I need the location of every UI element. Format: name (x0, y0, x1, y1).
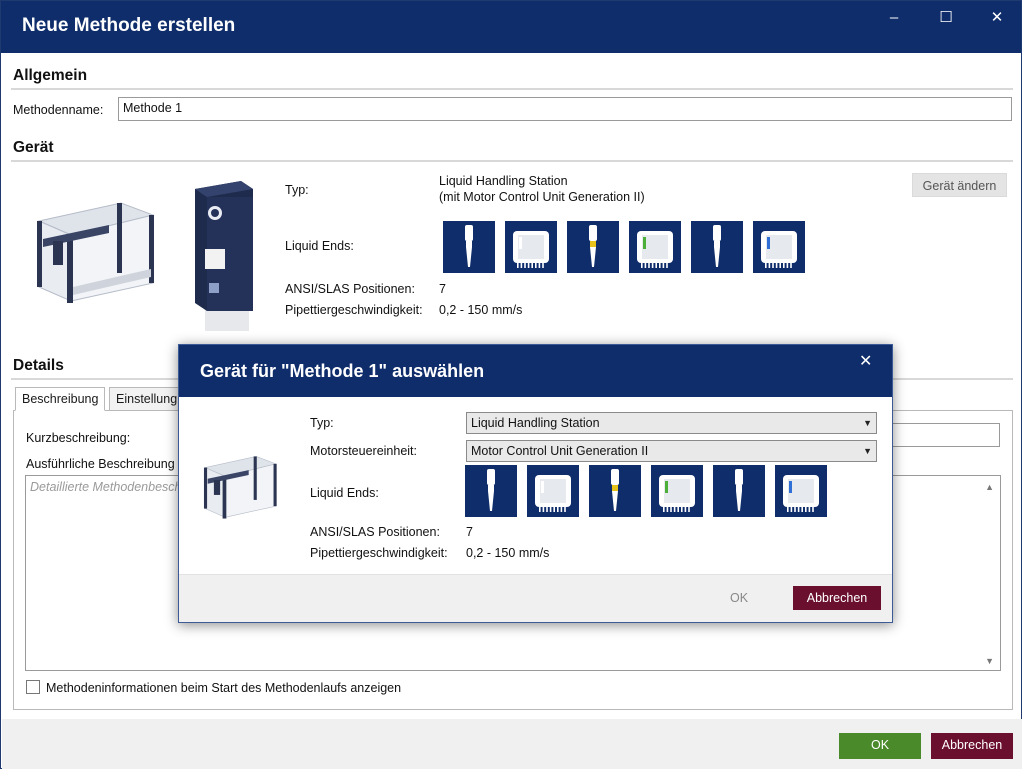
dialog-cancel-button[interactable]: Abbrechen (793, 586, 881, 610)
pipetting-speed-label: Pipettiergeschwindigkeit: (285, 303, 423, 317)
single-pipette-icon[interactable] (589, 465, 641, 517)
short-description-label: Kurzbeschreibung: (26, 431, 131, 445)
long-description-placeholder: Detaillierte Methodenbesch (30, 480, 182, 494)
minimize-icon[interactable]: – (877, 7, 911, 29)
scroll-down-icon[interactable]: ▼ (985, 656, 994, 666)
motor-unit-select[interactable]: Motor Control Unit Generation II ▼ (466, 440, 877, 462)
divider (11, 160, 1013, 162)
multi-channel-icon (753, 221, 805, 273)
long-description-label: Ausführliche Beschreibung (26, 457, 175, 471)
change-device-button[interactable]: Gerät ändern (912, 173, 1007, 197)
cancel-button[interactable]: Abbrechen (931, 733, 1013, 759)
device-type-subtitle: (mit Motor Control Unit Generation II) (439, 190, 645, 204)
multi-channel-icon[interactable] (775, 465, 827, 517)
ansi-positions-label: ANSI/SLAS Positionen: (285, 282, 415, 296)
section-details-heading: Details (13, 357, 64, 374)
divider (11, 88, 1013, 90)
single-pipette-icon (691, 221, 743, 273)
dialog-title-bar: Gerät für "Methode 1" auswählen ✕ (179, 345, 892, 397)
dialog-liquid-ends-label: Liquid Ends: (310, 486, 379, 500)
multi-channel-icon[interactable] (527, 465, 579, 517)
motor-control-unit-image (195, 181, 253, 331)
ansi-positions-value: 7 (439, 282, 446, 296)
show-info-checkbox[interactable] (26, 680, 40, 694)
dialog-title: Gerät für "Methode 1" auswählen (200, 361, 485, 381)
short-description-input[interactable] (881, 423, 1000, 447)
dialog-ansi-positions-value: 7 (466, 525, 473, 539)
multi-channel-icon (629, 221, 681, 273)
dialog-footer: OK Abbrechen (2, 719, 1022, 769)
maximize-icon[interactable]: ☐ (929, 7, 963, 29)
tab-description[interactable]: Beschreibung (15, 387, 106, 411)
pipetting-speed-value: 0,2 - 150 mm/s (439, 303, 523, 317)
multi-channel-icon[interactable] (651, 465, 703, 517)
device-thumbnail-image (203, 456, 278, 519)
select-device-dialog: Gerät für "Methode 1" auswählen ✕ Typ: L… (178, 344, 893, 623)
liquid-handling-station-image (37, 202, 155, 303)
ok-button[interactable]: OK (839, 733, 921, 759)
single-pipette-icon (567, 221, 619, 273)
dialog-pipetting-speed-value: 0,2 - 150 mm/s (466, 546, 550, 560)
single-pipette-icon[interactable] (713, 465, 765, 517)
method-name-input[interactable]: Methode 1 (118, 97, 1012, 121)
dialog-type-label: Typ: (310, 416, 334, 430)
motor-unit-select-value: Motor Control Unit Generation II (471, 444, 649, 458)
scroll-up-icon[interactable]: ▲ (985, 482, 994, 492)
dialog-footer: OK Abbrechen (179, 574, 892, 622)
chevron-down-icon: ▼ (863, 418, 872, 428)
multi-channel-icon (505, 221, 557, 273)
single-pipette-icon (443, 221, 495, 273)
title-bar: Neue Methode erstellen – ☐ ✕ (1, 1, 1021, 53)
dialog-close-icon[interactable]: ✕ (859, 351, 872, 371)
section-device-heading: Gerät (13, 139, 54, 156)
close-icon[interactable]: ✕ (980, 7, 1014, 29)
dialog-pipetting-speed-label: Pipettiergeschwindigkeit: (310, 546, 448, 560)
type-select-value: Liquid Handling Station (471, 416, 600, 430)
dialog-ok-button[interactable]: OK (707, 586, 771, 610)
motor-unit-label: Motorsteuereinheit: (310, 444, 418, 458)
single-pipette-icon[interactable] (465, 465, 517, 517)
method-name-label: Methodenname: (13, 103, 104, 117)
tab-settings[interactable]: Einstellung (109, 387, 185, 411)
section-general-heading: Allgemein (13, 67, 88, 84)
liquid-ends-label: Liquid Ends: (285, 239, 354, 253)
window-title: Neue Methode erstellen (22, 15, 236, 36)
device-type-value: Liquid Handling Station (439, 174, 568, 188)
device-type-label: Typ: (285, 183, 309, 197)
dialog-ansi-positions-label: ANSI/SLAS Positionen: (310, 525, 440, 539)
type-select[interactable]: Liquid Handling Station ▼ (466, 412, 877, 434)
show-info-checkbox-label: Methodeninformationen beim Start des Met… (46, 681, 402, 695)
chevron-down-icon: ▼ (863, 446, 872, 456)
